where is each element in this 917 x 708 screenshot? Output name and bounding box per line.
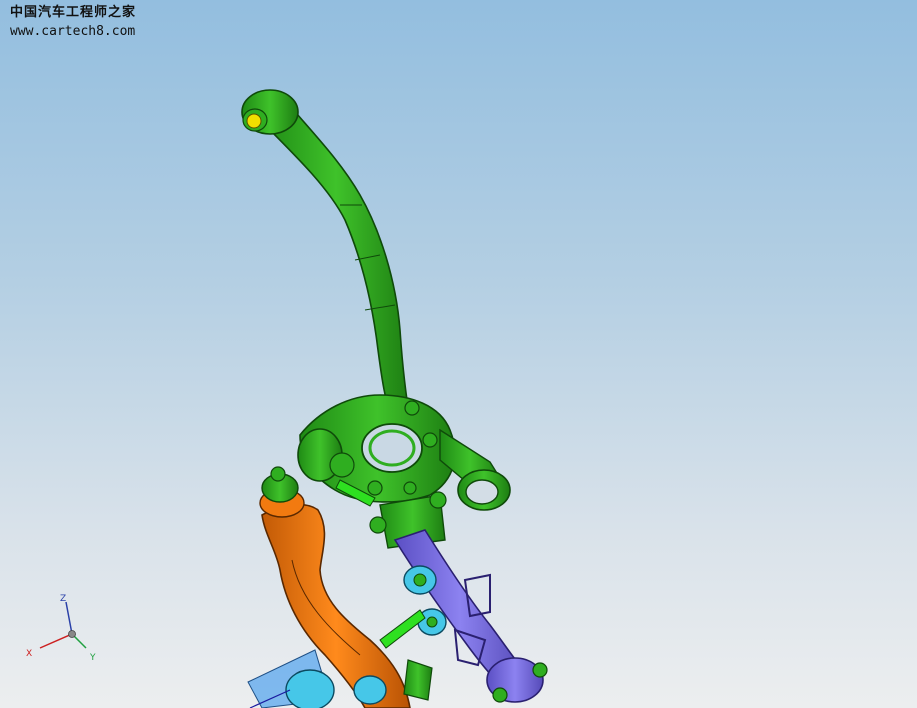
xyz-axis-triad-icon: Z X Y — [22, 590, 112, 670]
ball-joint-pair[interactable] — [379, 565, 447, 649]
triad-z-label: Z — [60, 594, 66, 604]
bushing-insert — [246, 113, 262, 129]
watermark: 中国汽车工程师之家 www.cartech8.com — [10, 6, 136, 38]
watermark-title: 中国汽车工程师之家 — [10, 5, 137, 20]
triad-y-label: Y — [89, 653, 96, 663]
watermark-url: www.cartech8.com — [10, 24, 136, 39]
cad-3d-viewport[interactable]: 中国汽车工程师之家 www.cartech8.com Z X Y — [0, 0, 917, 708]
suspension-assembly-model[interactable] — [0, 0, 917, 708]
steering-knuckle[interactable] — [241, 89, 511, 511]
triad-x-label: X — [26, 649, 32, 659]
